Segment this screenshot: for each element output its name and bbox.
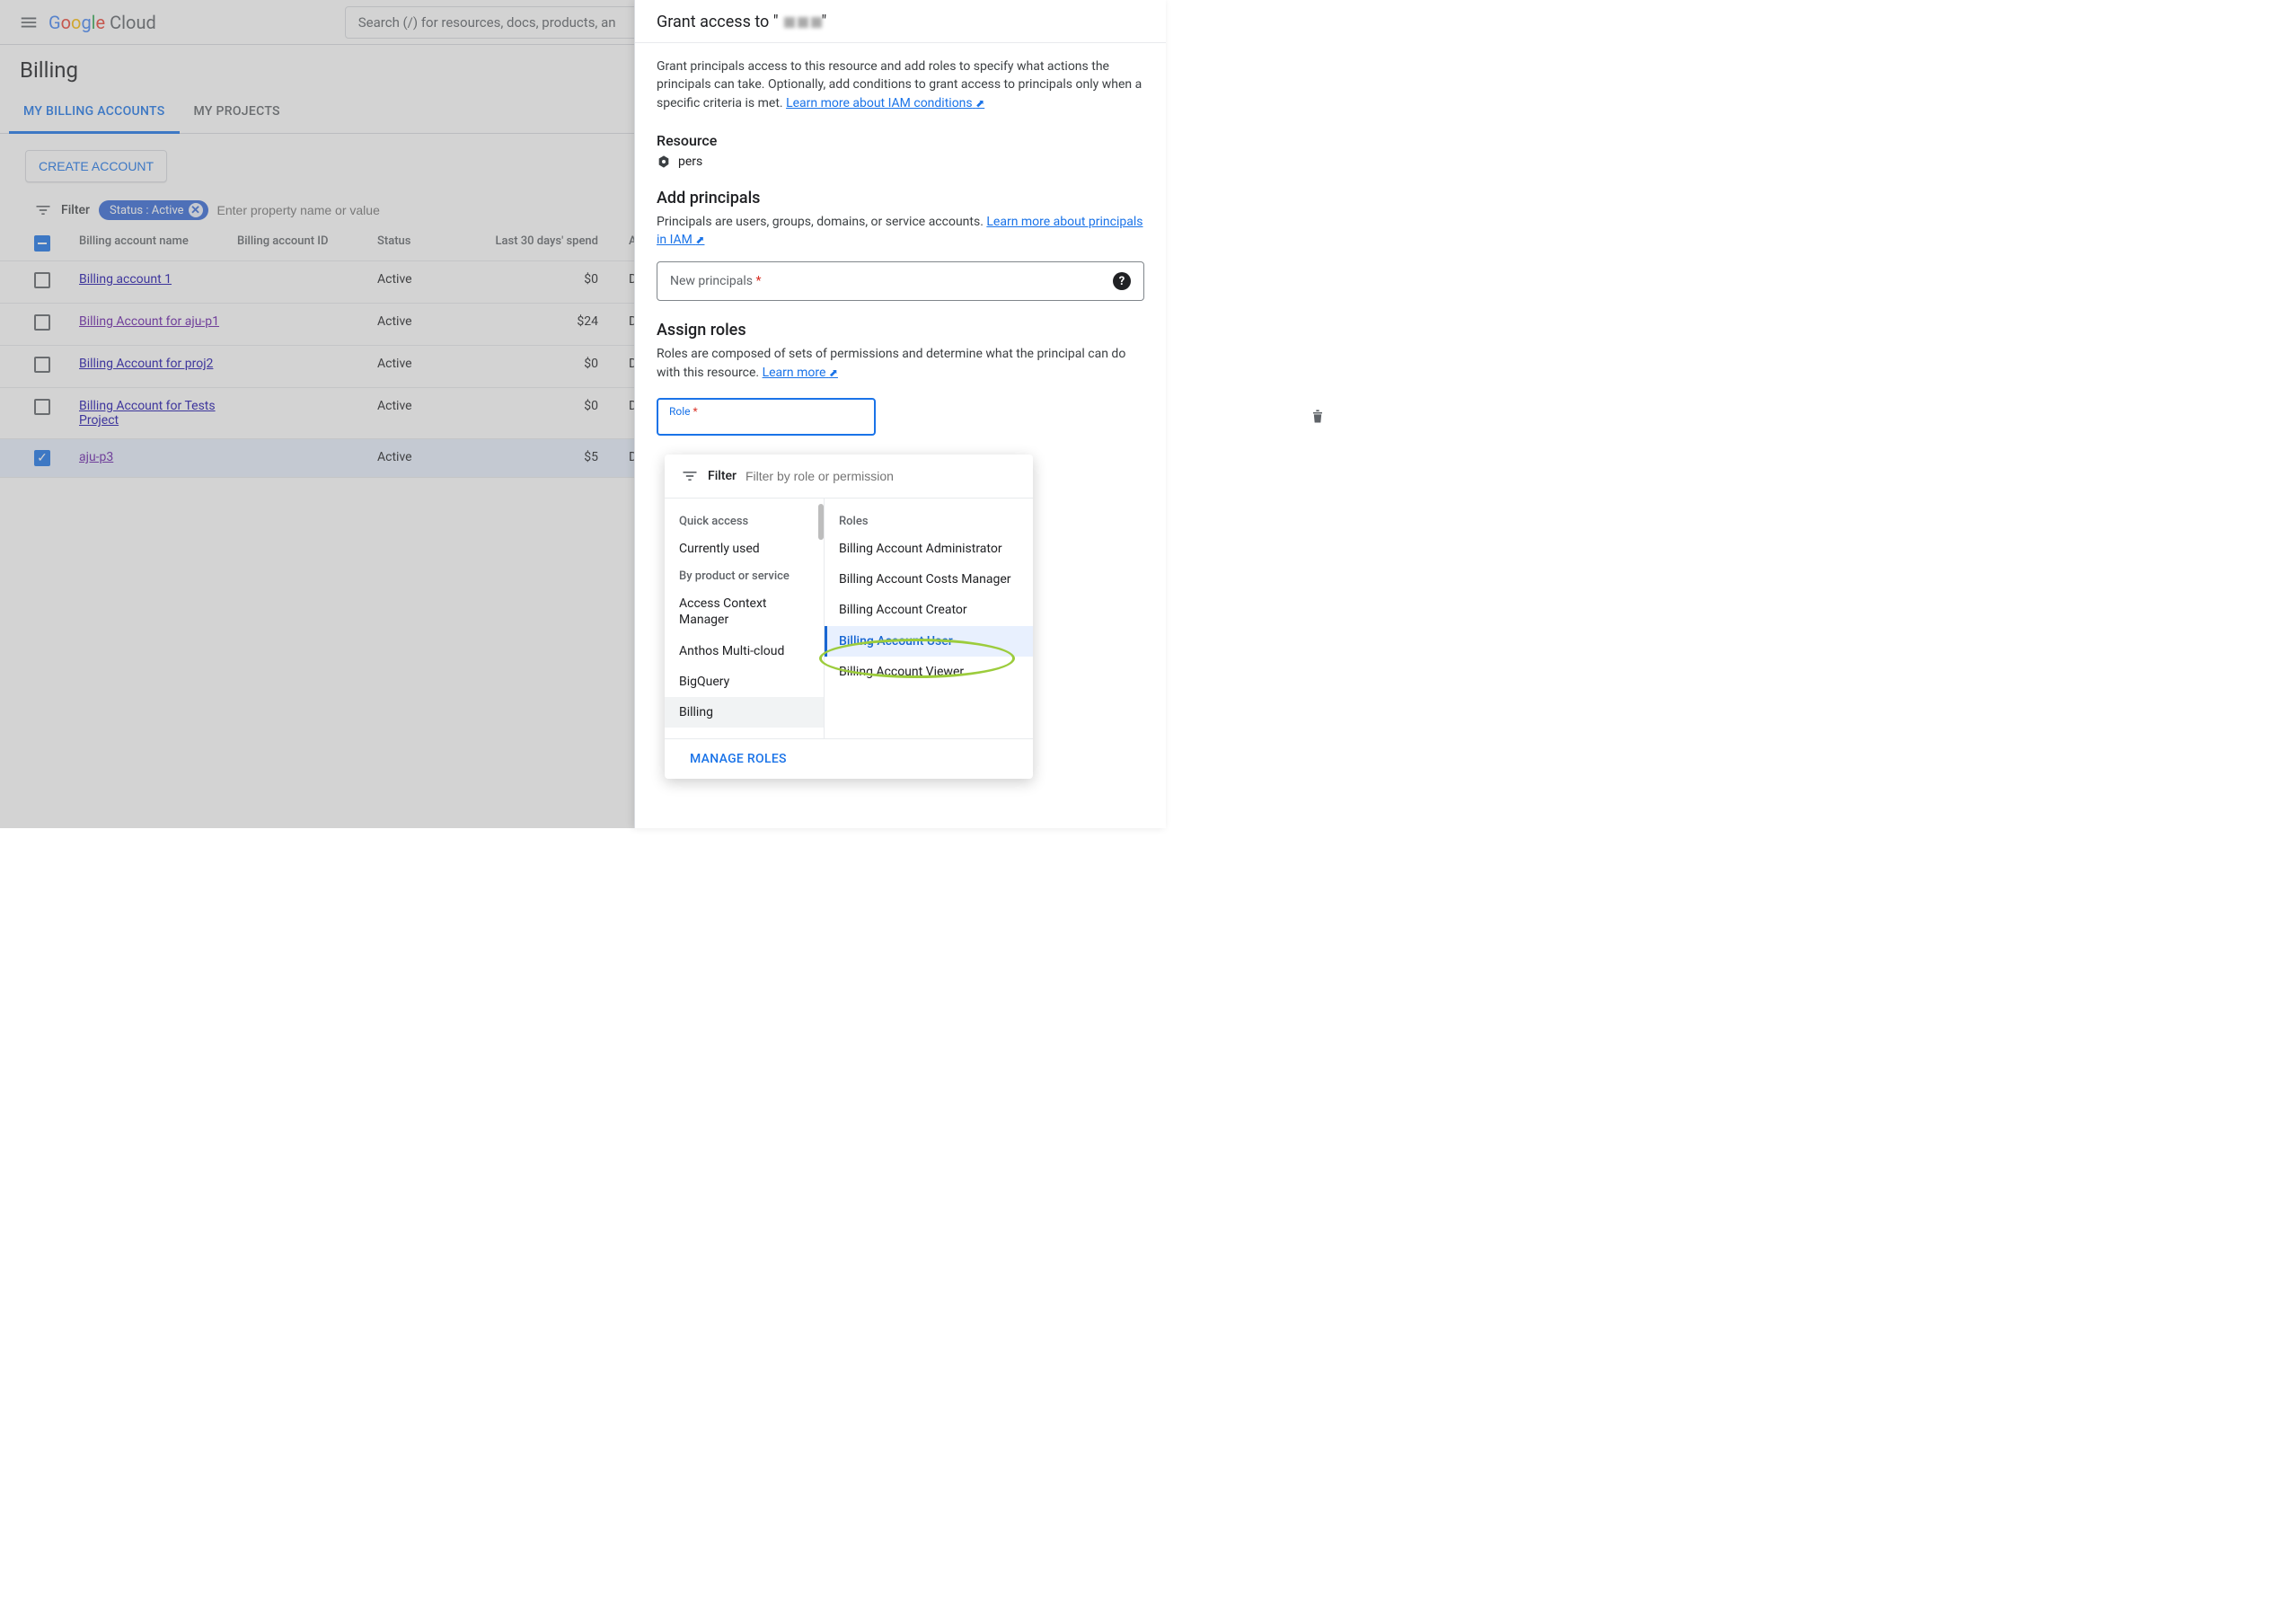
billing-account-link[interactable]: Billing Account for Tests Project <box>79 399 216 428</box>
menu-icon <box>19 13 39 32</box>
hexagon-icon <box>657 154 671 169</box>
help-icon[interactable]: ? <box>1113 272 1131 290</box>
select-all-checkbox[interactable] <box>34 235 50 252</box>
redacted-text <box>784 17 822 28</box>
dropdown-filter-label: Filter <box>708 469 737 483</box>
assign-roles-text: Roles are composed of sets of permission… <box>657 345 1144 382</box>
dropdown-item-currently-used[interactable]: Currently used <box>665 534 824 564</box>
role-dropdown: Filter Quick access Currently used By pr… <box>665 455 1033 779</box>
dropdown-role-item[interactable]: Billing Account Viewer <box>825 657 1033 687</box>
quick-access-heading: Quick access <box>665 509 824 534</box>
col-header-status[interactable]: Status <box>377 234 490 252</box>
billing-account-link[interactable]: aju-p3 <box>79 450 113 464</box>
external-link-icon: ⬈ <box>975 97 984 110</box>
row-checkbox[interactable] <box>34 399 50 415</box>
status-value: Active <box>377 314 490 329</box>
role-select[interactable]: Role * <box>657 398 876 436</box>
dropdown-role-item[interactable]: Billing Account Costs Manager <box>825 564 1033 595</box>
row-checkbox[interactable] <box>34 314 50 331</box>
tab-my-billing-accounts[interactable]: MY BILLING ACCOUNTS <box>9 92 180 134</box>
row-checkbox[interactable] <box>34 272 50 288</box>
new-principals-input[interactable]: New principals * ? <box>657 261 1144 301</box>
panel-title: Grant access to " " <box>635 0 1166 43</box>
resource-heading: Resource <box>657 132 1144 149</box>
learn-more-roles-link[interactable]: Learn more ⬈ <box>763 366 838 380</box>
filter-label: Filter <box>61 203 90 217</box>
status-value: Active <box>377 357 490 371</box>
col-header-id[interactable]: Billing account ID <box>237 234 377 252</box>
status-value: Active <box>377 272 490 287</box>
remove-chip-icon[interactable]: ✕ <box>189 203 203 217</box>
dropdown-category-item[interactable]: Anthos Multi-cloud <box>665 636 824 666</box>
billing-account-link[interactable]: Billing Account for proj2 <box>79 357 213 371</box>
hamburger-menu-button[interactable] <box>11 4 47 40</box>
add-principals-heading: Add principals <box>657 189 1144 207</box>
dropdown-role-item[interactable]: Billing Account User <box>825 626 1033 657</box>
resource-name: pers <box>678 154 702 169</box>
dropdown-category-item[interactable]: BigQuery <box>665 666 824 697</box>
scrollbar[interactable] <box>818 504 824 540</box>
dropdown-category-item[interactable]: Access Context Manager <box>665 588 824 635</box>
by-product-heading: By product or service <box>665 564 824 588</box>
principals-text: Principals are users, groups, domains, o… <box>657 213 1144 250</box>
status-value: Active <box>377 450 490 464</box>
row-checkbox[interactable] <box>34 357 50 373</box>
dropdown-role-item[interactable]: Billing Account Creator <box>825 595 1033 625</box>
external-link-icon: ⬈ <box>695 234 704 246</box>
billing-account-link[interactable]: Billing account 1 <box>79 272 172 287</box>
google-cloud-logo[interactable]: GoogleCloud <box>49 12 156 33</box>
filter-icon <box>681 467 699 485</box>
col-header-spend[interactable]: Last 30 days' spend <box>490 234 598 252</box>
iam-conditions-link[interactable]: Learn more about IAM conditions ⬈ <box>786 96 984 110</box>
spend-value: $0 <box>490 357 598 371</box>
roles-heading: Roles <box>825 509 1033 534</box>
status-value: Active <box>377 399 490 413</box>
manage-roles-button[interactable]: MANAGE ROLES <box>690 752 787 766</box>
trash-icon[interactable] <box>1309 407 1327 425</box>
spend-value: $0 <box>490 399 598 413</box>
filter-icon <box>34 201 52 219</box>
external-link-icon: ⬈ <box>829 366 838 379</box>
row-checkbox[interactable]: ✓ <box>34 450 50 466</box>
billing-account-link[interactable]: Billing Account for aju-p1 <box>79 314 219 329</box>
spend-value: $24 <box>490 314 598 329</box>
tab-my-projects[interactable]: MY PROJECTS <box>180 92 295 133</box>
dropdown-filter-input[interactable] <box>745 469 1017 483</box>
dropdown-role-item[interactable]: Billing Account Administrator <box>825 534 1033 564</box>
col-header-name[interactable]: Billing account name <box>79 234 237 252</box>
panel-intro-text: Grant principals access to this resource… <box>657 57 1144 112</box>
dropdown-category-item[interactable]: Billing <box>665 697 824 728</box>
spend-value: $0 <box>490 272 598 287</box>
assign-roles-heading: Assign roles <box>657 321 1144 340</box>
create-account-button[interactable]: CREATE ACCOUNT <box>25 150 167 182</box>
search-placeholder: Search (/) for resources, docs, products… <box>358 14 616 31</box>
spend-value: $5 <box>490 450 598 464</box>
search-input[interactable]: Search (/) for resources, docs, products… <box>345 6 650 39</box>
filter-chip-status[interactable]: Status : Active ✕ <box>99 200 208 220</box>
